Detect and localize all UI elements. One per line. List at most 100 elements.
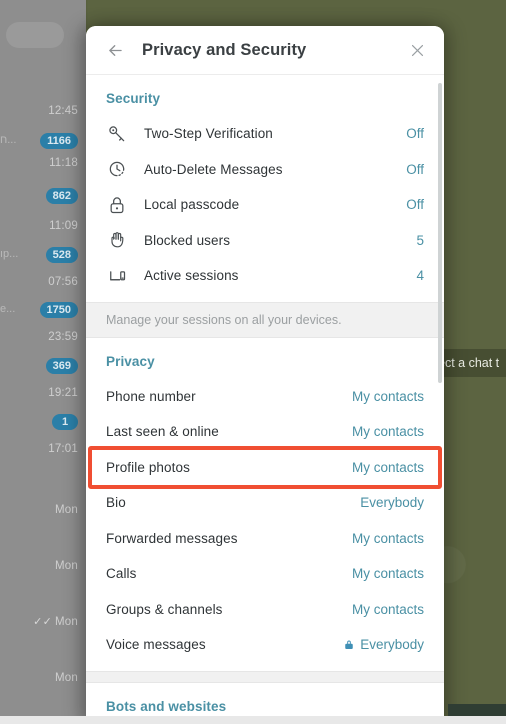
row-label: Phone number (106, 388, 196, 404)
privacy-row-voice-messages[interactable]: Voice messages Everybody (86, 627, 444, 663)
sessions-note-text: Manage your sessions on all your devices… (106, 312, 342, 327)
panel-scroll-body[interactable]: Security Two-Step Verification Off Auto-De… (86, 75, 444, 724)
devices-icon (106, 265, 128, 287)
privacy-rows[interactable]: Phone number My contacts Last seen & onlin… (86, 379, 444, 663)
row-label: Local passcode (144, 197, 240, 213)
row-value: My contacts (352, 566, 424, 581)
timestamp-text: 17:01 (48, 443, 78, 455)
row-label: Groups & channels (106, 601, 223, 617)
timestamp-text: 19:21 (48, 387, 78, 399)
row-label: Two-Step Verification (144, 126, 273, 142)
row-value: My contacts (352, 602, 424, 617)
scrollbar[interactable] (438, 77, 443, 722)
privacy-row-forwarded-messages[interactable]: Forwarded messages My contacts (86, 521, 444, 557)
timestamp-text: Mon (55, 672, 78, 684)
row-value: Off (406, 161, 424, 177)
chat-row-timestamp: ✓✓ Mon (33, 616, 78, 628)
window-bottom-corner (448, 704, 506, 716)
row-value: 5 (416, 232, 424, 248)
security-row-auto-delete-messages[interactable]: Auto-Delete Messages Off (86, 152, 444, 188)
lock-icon (106, 194, 128, 216)
chat-row-snippet: ıp... (0, 248, 19, 260)
unread-badge: 1166 (40, 133, 78, 149)
sessions-note-band: Manage your sessions on all your devices… (86, 301, 444, 338)
row-label: Active sessions (144, 268, 239, 284)
key-icon (106, 123, 128, 145)
row-label: Bio (106, 495, 126, 511)
unread-badge: 1750 (39, 302, 78, 318)
security-row-local-passcode[interactable]: Local passcode Off (86, 187, 444, 223)
row-value-text: Everybody (360, 495, 424, 511)
row-label: Blocked users (144, 232, 231, 248)
timestamp-text: 23:59 (48, 331, 78, 343)
privacy-row-last-seen-online[interactable]: Last seen & online My contacts (86, 414, 444, 450)
chat-row-timestamp: Mon (55, 672, 78, 684)
double-check-icon: ✓✓ (33, 615, 53, 628)
row-value-text: My contacts (351, 388, 424, 404)
row-value-text: Everybody (360, 637, 424, 653)
security-rows[interactable]: Two-Step Verification Off Auto-Delete Mess… (86, 116, 444, 294)
row-label: Voice messages (106, 637, 206, 653)
timestamp-text: 12:45 (48, 105, 78, 117)
privacy-row-profile-photos[interactable]: Profile photos My contacts (86, 450, 444, 486)
timestamp-text: Mon (55, 504, 78, 516)
privacy-row-bio[interactable]: Bio Everybody (86, 485, 444, 521)
security-row-blocked-users[interactable]: Blocked users 5 (86, 223, 444, 259)
timestamp-text: Mon (55, 560, 78, 572)
section-divider (86, 670, 444, 683)
row-value: My contacts (352, 531, 424, 546)
chat-row-timestamp: 19:21 (48, 387, 78, 399)
close-icon[interactable] (404, 37, 430, 63)
row-value-text: My contacts (351, 530, 424, 546)
privacy-section-heading: Privacy (106, 353, 155, 369)
unread-badge: 369 (45, 358, 78, 374)
chat-row-timestamp: 23:59 (48, 331, 78, 343)
security-row-two-step-verification[interactable]: Two-Step Verification Off (86, 116, 444, 152)
row-label: Auto-Delete Messages (144, 161, 283, 177)
row-value: My contacts (352, 424, 424, 439)
row-label: Profile photos (106, 459, 190, 475)
row-value: 4 (416, 268, 424, 284)
window-bottom-strip (0, 716, 506, 724)
chat-row-timestamp: 11:09 (49, 220, 78, 232)
auto-delete-timer-icon (106, 158, 128, 180)
chat-row-timestamp: 11:18 (49, 157, 78, 169)
timestamp-text: 11:09 (49, 220, 78, 232)
chat-row-timestamp: 12:45 (48, 105, 78, 117)
row-value: My contacts (352, 389, 424, 404)
row-value-text: My contacts (351, 601, 424, 617)
unread-badge: 862 (45, 188, 78, 204)
row-value: Off (406, 126, 424, 142)
row-value-text: My contacts (351, 424, 424, 440)
row-value: Everybody (360, 495, 424, 510)
timestamp-text: Mon (55, 616, 78, 628)
page-title: Privacy and Security (142, 40, 307, 59)
lock-icon (343, 638, 355, 651)
chat-row-snippet: ח... (0, 134, 17, 146)
row-value-text: My contacts (351, 566, 424, 582)
privacy-row-groups-channels[interactable]: Groups & channels My contacts (86, 592, 444, 628)
chat-row-timestamp: Mon (55, 504, 78, 516)
row-value: Everybody (343, 637, 424, 652)
security-section-heading: Security (106, 91, 161, 106)
row-value-text: My contacts (351, 459, 424, 475)
row-value: Off (406, 197, 424, 213)
timestamp-text: 11:18 (49, 157, 78, 169)
chat-list-sidebar[interactable]: 12:45 1166 ח... 11:18 862 11:09 528 ıp... 07:56 1… (0, 0, 86, 724)
privacy-row-phone-number[interactable]: Phone number My contacts (86, 379, 444, 415)
privacy-and-security-panel: Privacy and Security Security Two-Step V… (86, 26, 444, 724)
chat-row-timestamp: Mon (55, 560, 78, 572)
scrollbar-thumb[interactable] (438, 83, 442, 383)
privacy-row-calls[interactable]: Calls My contacts (86, 556, 444, 592)
row-label: Last seen & online (106, 424, 219, 440)
chat-row-snippet: e... (0, 303, 16, 315)
chat-row-timestamp: 07:56 (48, 276, 78, 288)
panel-header: Privacy and Security (86, 26, 444, 75)
chat-row-timestamp: 17:01 (48, 443, 78, 455)
unread-badge: 528 (45, 247, 78, 263)
security-row-active-sessions[interactable]: Active sessions 4 (86, 258, 444, 294)
hand-stop-icon (106, 229, 128, 251)
unread-badge: 1 (52, 414, 78, 430)
back-arrow-icon[interactable] (102, 37, 128, 63)
search-input[interactable] (6, 22, 64, 48)
